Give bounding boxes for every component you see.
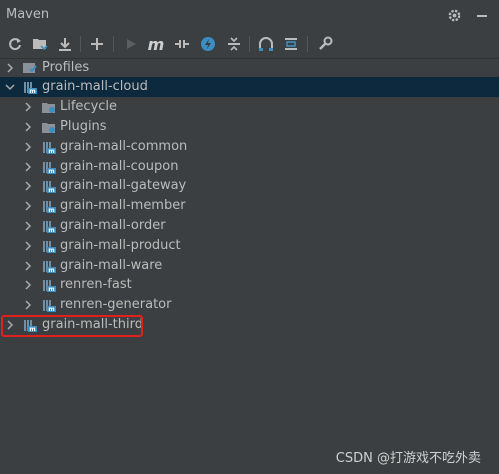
maven-toolbar: m (0, 30, 499, 59)
tree-item-module[interactable]: grain-mall-order (0, 216, 499, 236)
tree-item-module[interactable]: grain-mall-gateway (0, 176, 499, 196)
folder-gear-icon (41, 99, 57, 115)
maven-goal-icon[interactable]: m (145, 33, 167, 55)
maven-module-icon (41, 178, 57, 194)
tree-item-label: grain-mall-common (60, 139, 188, 154)
tree-item-label: renren-generator (60, 297, 172, 312)
tree-item-label: grain-mall-product (60, 238, 181, 253)
tree-item-module[interactable]: renren-fast (0, 275, 499, 295)
chevron-right-icon[interactable] (22, 141, 34, 153)
chevron-right-icon[interactable] (22, 299, 34, 311)
tree-item-label: grain-mall-cloud (42, 79, 148, 94)
panel-header: Maven (0, 0, 499, 30)
collapse-all-icon[interactable] (280, 33, 302, 55)
tree-item-module[interactable]: grain-mall-product (0, 236, 499, 256)
tree-item-label: grain-mall-member (60, 198, 186, 213)
tree-item-module[interactable]: renren-generator (0, 295, 499, 315)
tree-item-label: Lifecycle (60, 99, 118, 114)
panel-title: Maven (6, 7, 50, 22)
red-highlight-box (1, 315, 143, 337)
chevron-right-icon[interactable] (22, 240, 34, 252)
tree-item-label: grain-mall-order (60, 218, 166, 233)
chevron-right-icon[interactable] (22, 121, 34, 133)
chevron-right-icon[interactable] (22, 220, 34, 232)
reload-icon[interactable] (4, 33, 26, 55)
tree-item-label: grain-mall-ware (60, 258, 163, 273)
maven-module-icon (41, 277, 57, 293)
maven-module-icon (41, 238, 57, 254)
minimize-icon[interactable] (473, 6, 491, 24)
tree-item-label: Profiles (42, 60, 90, 75)
folder-gear-icon (41, 119, 57, 135)
skip-tests-icon[interactable] (197, 33, 219, 55)
maven-module-icon (41, 139, 57, 155)
maven-module-icon (41, 297, 57, 313)
show-dependencies-icon[interactable] (255, 33, 277, 55)
tree-item-profiles[interactable]: Profiles (0, 58, 499, 78)
maven-module-icon (22, 79, 38, 95)
maven-module-icon (41, 159, 57, 175)
tree-item-label: grain-mall-gateway (60, 178, 187, 193)
collapse-icon[interactable] (223, 33, 245, 55)
chevron-right-icon[interactable] (22, 180, 34, 192)
watermark: CSDN @打游戏不吃外卖 (335, 451, 481, 466)
tree-item-module[interactable]: grain-mall-member (0, 196, 499, 216)
download-icon[interactable] (54, 33, 76, 55)
tree-item-label: renren-fast (60, 277, 132, 292)
chevron-right-icon[interactable] (4, 62, 16, 74)
tree-item-label: grain-mall-coupon (60, 159, 179, 174)
tree-item-module[interactable]: grain-mall-common (0, 137, 499, 157)
chevron-right-icon[interactable] (22, 200, 34, 212)
chevron-right-icon[interactable] (22, 279, 34, 291)
chevron-right-icon[interactable] (22, 161, 34, 173)
profiles-icon (22, 60, 38, 76)
settings-wrench-icon[interactable] (314, 33, 336, 55)
gear-icon[interactable] (445, 6, 463, 24)
chevron-down-icon[interactable] (4, 81, 16, 93)
tree-item-module[interactable]: grain-mall-coupon (0, 157, 499, 177)
maven-module-icon (41, 218, 57, 234)
tree-item-label: Plugins (60, 119, 107, 134)
toggle-offline-icon[interactable] (171, 33, 193, 55)
chevron-right-icon[interactable] (22, 260, 34, 272)
tree-item-module[interactable]: grain-mall-ware (0, 256, 499, 276)
run-icon[interactable] (120, 33, 142, 55)
chevron-right-icon[interactable] (22, 101, 34, 113)
maven-module-icon (41, 258, 57, 274)
tree-item-root[interactable]: grain-mall-cloud (0, 77, 499, 97)
tree-item-lifecycle[interactable]: Lifecycle (0, 97, 499, 117)
maven-module-icon (41, 198, 57, 214)
tree-item-plugins[interactable]: Plugins (0, 117, 499, 137)
add-project-icon[interactable] (29, 33, 51, 55)
plus-icon[interactable] (86, 33, 108, 55)
